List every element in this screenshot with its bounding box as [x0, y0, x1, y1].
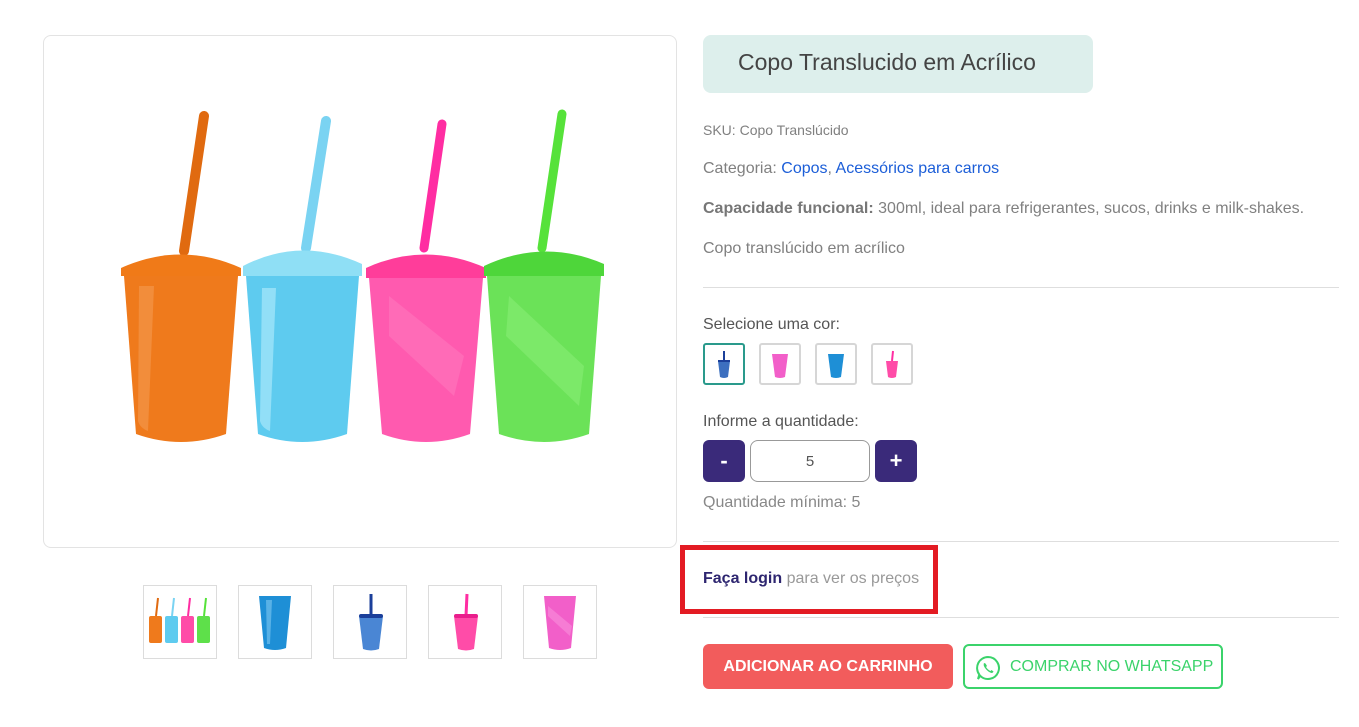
pink-cup-straw-thumb-icon: [454, 593, 478, 651]
product-main-image[interactable]: [43, 35, 677, 548]
quantity-input[interactable]: [750, 440, 870, 482]
color-swatch-pink-straw[interactable]: [871, 343, 913, 385]
thumbnail-5[interactable]: [523, 585, 597, 659]
quantity-decrement-button[interactable]: -: [703, 440, 745, 482]
category-separator: ,: [827, 160, 832, 177]
minimum-quantity-text: Quantidade mínima: 5: [703, 494, 861, 511]
capacity-label: Capacidade funcional:: [703, 200, 874, 217]
product-capacity: Capacidade funcional: 300ml, ideal para …: [703, 200, 1304, 218]
product-categories: Categoria: Copos, Acessórios para carros: [703, 160, 999, 178]
blue-cup-icon: [828, 354, 844, 378]
capacity-value: 300ml, ideal para refrigerantes, sucos, …: [878, 200, 1305, 217]
thumbnail-3[interactable]: [333, 585, 407, 659]
product-title: Copo Translucido em Acrílico: [738, 49, 1036, 75]
color-swatch-navy[interactable]: [703, 343, 745, 385]
navy-straw-cup-icon: [718, 351, 730, 378]
cups-illustration: [121, 109, 604, 442]
divider: [703, 617, 1339, 618]
login-link[interactable]: Faça login: [703, 570, 782, 587]
login-prompt: Faça login para ver os preços: [703, 570, 919, 588]
add-to-cart-button[interactable]: ADICIONAR AO CARRINHO: [703, 644, 953, 689]
whatsapp-icon: [976, 655, 1000, 680]
pink-cup-icon: [772, 354, 788, 378]
divider: [703, 287, 1339, 288]
sku-value: Copo Translúcido: [739, 122, 849, 138]
category-link-copos[interactable]: Copos: [781, 160, 827, 177]
quantity-label: Informe a quantidade:: [703, 413, 859, 430]
category-label: Categoria:: [703, 160, 777, 177]
pink-straw-cup-icon: [886, 350, 898, 378]
sku-label: SKU:: [703, 122, 736, 138]
thumbnail-4[interactable]: [428, 585, 502, 659]
color-swatch-blue[interactable]: [815, 343, 857, 385]
thumbnail-1[interactable]: [143, 585, 217, 659]
whatsapp-buy-button[interactable]: COMPRAR NO WHATSAPP: [963, 644, 1223, 689]
product-title-box: Copo Translucido em Acrílico: [703, 35, 1093, 93]
product-sku: SKU: Copo Translúcido: [703, 122, 849, 138]
product-description: Copo translúcido em acrílico: [703, 240, 905, 257]
pink-cup-thumb-icon: [544, 596, 576, 650]
login-prompt-text: para ver os preços: [782, 570, 920, 587]
category-link-acessorios[interactable]: Acessórios para carros: [836, 160, 1000, 177]
color-select-label: Selecione uma cor:: [703, 316, 840, 333]
navy-cup-straw-thumb-icon: [359, 594, 383, 651]
divider: [703, 541, 1339, 542]
blue-cup-thumb-icon: [259, 596, 291, 650]
four-cups-thumb-icon: [149, 597, 210, 643]
whatsapp-button-label: COMPRAR NO WHATSAPP: [1010, 658, 1214, 675]
quantity-increment-button[interactable]: +: [875, 440, 917, 482]
color-swatch-pink[interactable]: [759, 343, 801, 385]
thumbnail-2[interactable]: [238, 585, 312, 659]
